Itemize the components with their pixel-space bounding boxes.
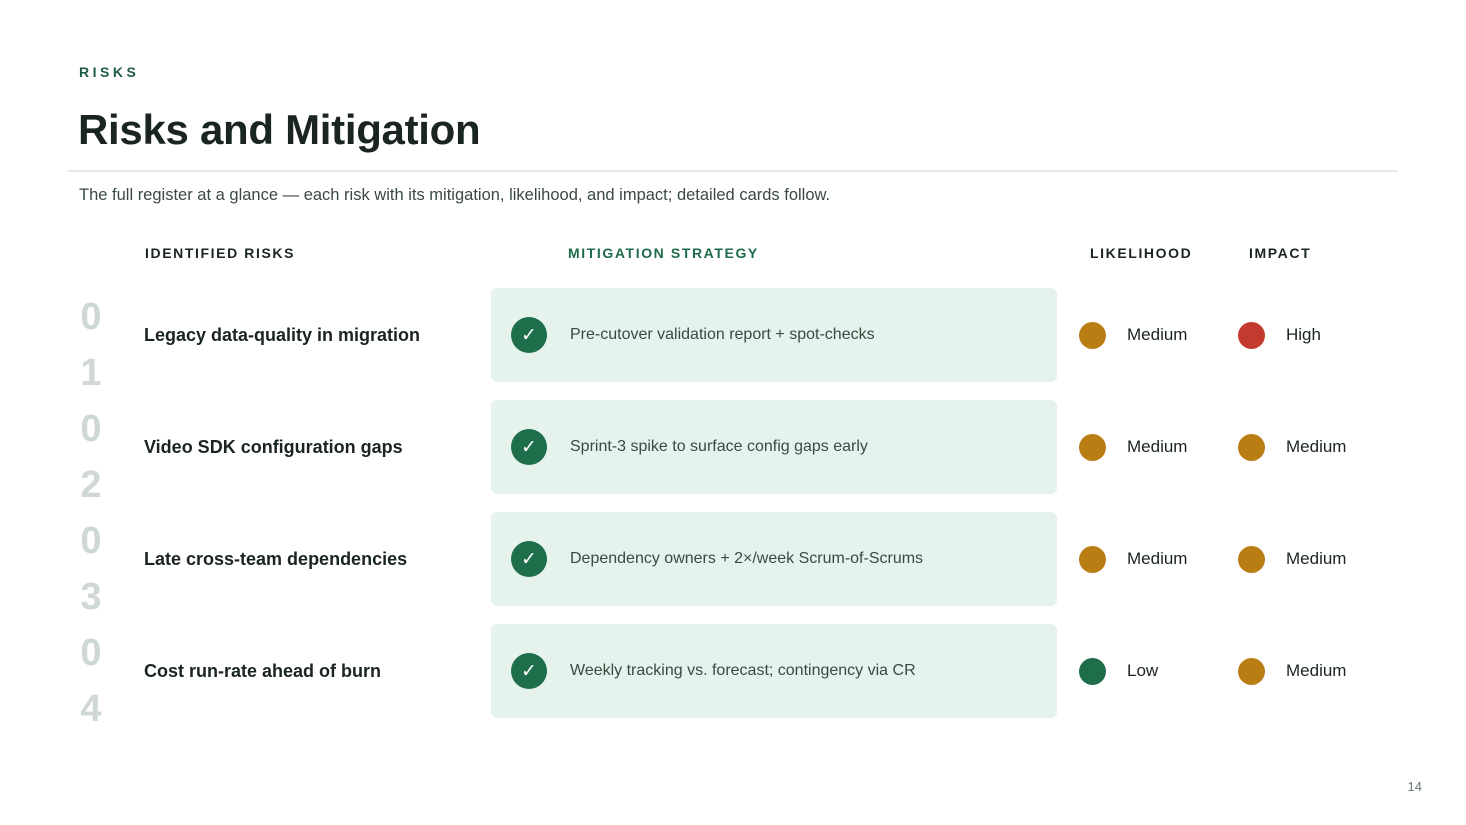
page-number: 14 [1407, 779, 1422, 794]
risk-name: Video SDK configuration gaps [144, 436, 403, 457]
likelihood-dot [1079, 434, 1106, 461]
column-header-risks: IDENTIFIED RISKS [145, 245, 296, 261]
likelihood-dot [1079, 546, 1106, 573]
check-icon: ✓ [511, 317, 547, 353]
likelihood-label: Medium [1127, 549, 1188, 568]
check-icon: ✓ [511, 429, 547, 465]
title-divider [68, 170, 1398, 172]
mitigation-card: ✓ Sprint-3 spike to surface config gaps … [491, 400, 1057, 494]
column-header-likelihood: LIKELIHOOD [1090, 245, 1193, 261]
likelihood-dot [1079, 322, 1106, 349]
column-header-impact: IMPACT [1249, 245, 1312, 261]
impact-label: High [1286, 325, 1321, 344]
likelihood-dot [1079, 658, 1106, 685]
page-title: Risks and Mitigation [78, 106, 481, 153]
impact-label: Medium [1286, 549, 1347, 568]
mitigation-card: ✓ Pre-cutover validation report + spot-c… [491, 288, 1057, 382]
impact-dot [1238, 434, 1265, 461]
impact-dot [1238, 546, 1265, 573]
likelihood-label: Low [1127, 661, 1159, 680]
likelihood-label: Medium [1127, 437, 1188, 456]
impact-dot [1238, 658, 1265, 685]
eyebrow-label: RISKS [79, 64, 140, 80]
risk-row: Late cross-team dependencies ✓ Dependenc… [0, 512, 1466, 606]
impact-label: Medium [1286, 437, 1347, 456]
risk-name: Cost run-rate ahead of burn [144, 660, 382, 681]
risk-row: Legacy data-quality in migration ✓ Pre-c… [0, 288, 1466, 382]
risk-name: Legacy data-quality in migration [144, 324, 421, 345]
risk-row: Cost run-rate ahead of burn ✓ Weekly tra… [0, 624, 1466, 718]
impact-label: Medium [1286, 661, 1347, 680]
mitigation-text: Pre-cutover validation report + spot-che… [570, 326, 875, 343]
mitigation-card: ✓ Weekly tracking vs. forecast; continge… [491, 624, 1057, 718]
mitigation-text: Dependency owners + 2×/week Scrum-of-Scr… [570, 550, 924, 567]
mitigation-text: Sprint-3 spike to surface config gaps ea… [570, 438, 868, 455]
risk-row: Video SDK configuration gaps ✓ Sprint-3 … [0, 400, 1466, 494]
mitigation-text: Weekly tracking vs. forecast; contingenc… [570, 662, 916, 679]
likelihood-label: Medium [1127, 325, 1188, 344]
column-header-mitigation: MITIGATION STRATEGY [568, 245, 759, 261]
impact-dot [1238, 322, 1265, 349]
page-subtitle: The full register at a glance — each ris… [79, 186, 831, 204]
mitigation-card: ✓ Dependency owners + 2×/week Scrum-of-S… [491, 512, 1057, 606]
check-icon: ✓ [511, 653, 547, 689]
check-icon: ✓ [511, 541, 547, 577]
risk-name: Late cross-team dependencies [144, 548, 408, 569]
